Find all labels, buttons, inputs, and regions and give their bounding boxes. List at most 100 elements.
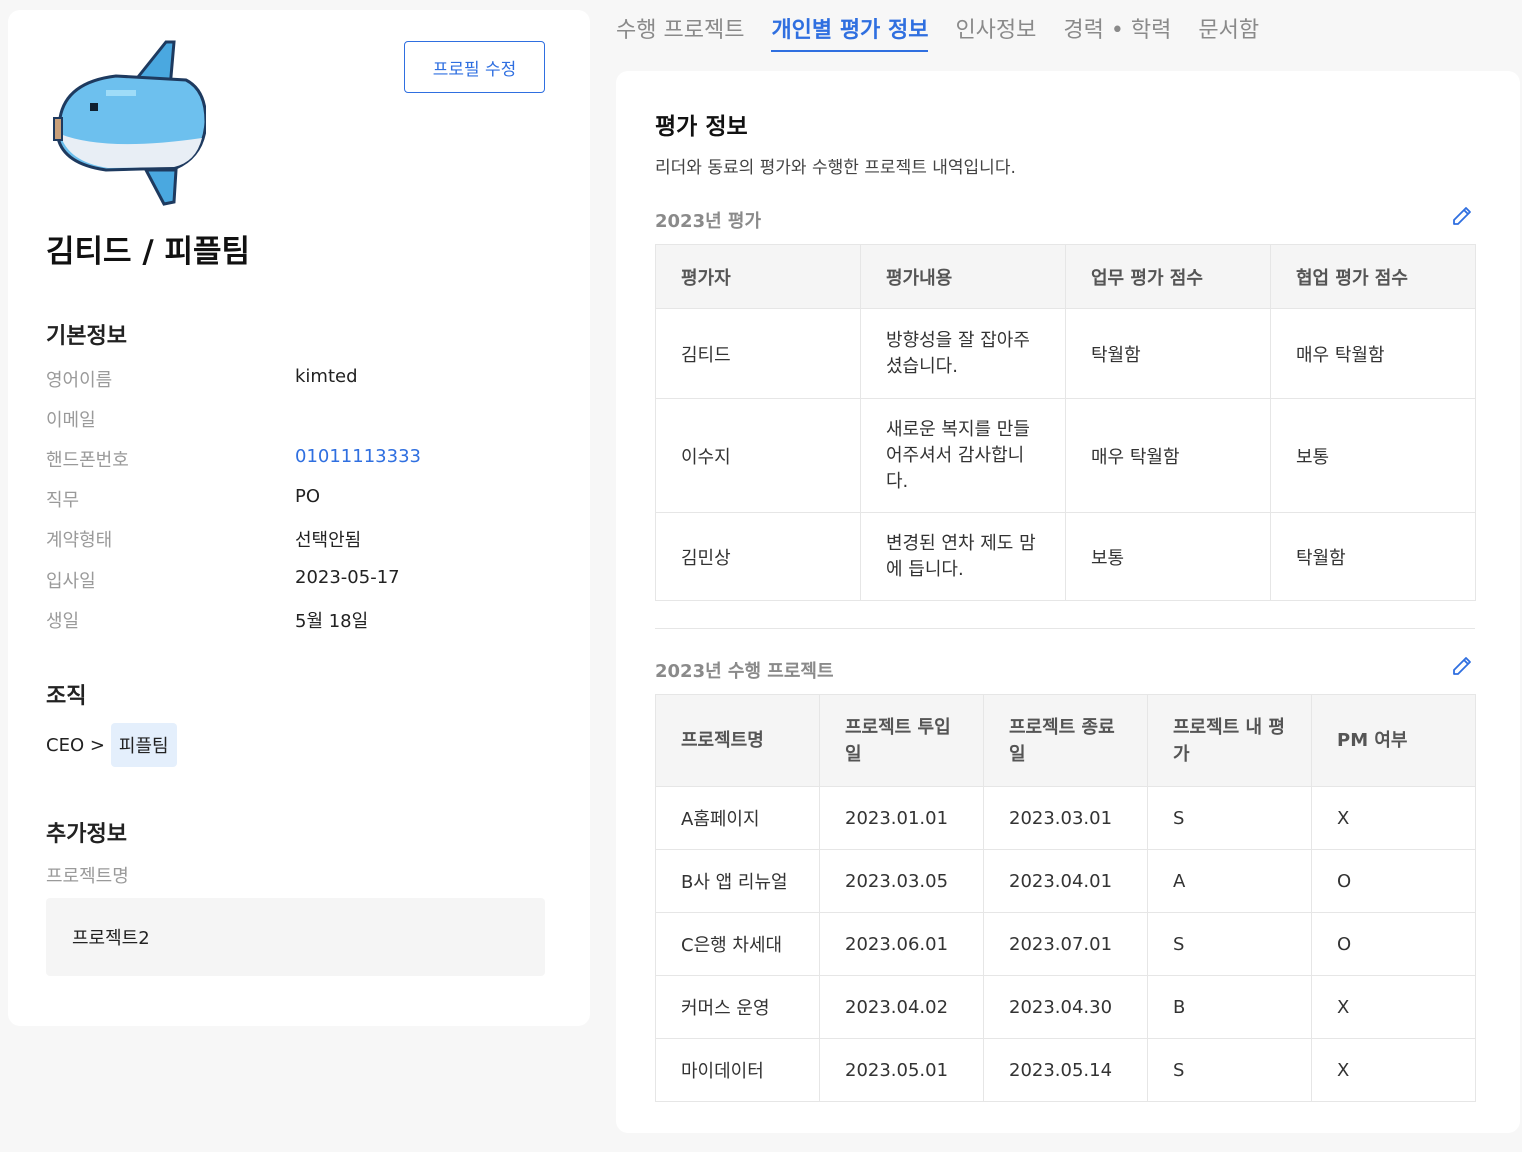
table-cell: 보통 bbox=[1270, 398, 1476, 513]
table-cell: 2023.05.14 bbox=[983, 1038, 1148, 1102]
table-cell: 보통 bbox=[1065, 512, 1271, 601]
table-cell: 변경된 연차 제도 맘에 듭니다. bbox=[860, 512, 1066, 601]
table-cell: 2023.04.01 bbox=[983, 849, 1148, 913]
table-cell: B사 앱 리뉴얼 bbox=[655, 849, 820, 913]
table-header: 평가자 bbox=[655, 244, 861, 309]
table-cell: 방향성을 잘 잡아주셨습니다. bbox=[860, 308, 1066, 399]
table-header-row: 평가자 평가내용 업무 평가 점수 협업 평가 점수 bbox=[655, 244, 1476, 309]
profile-card: 프로필 수정 김티드 / 피플팀 기본정보 영어이름 kimted 이메일 핸드… bbox=[8, 10, 590, 1026]
table-cell: 탁월함 bbox=[1270, 512, 1476, 601]
table-row: A홈페이지 2023.01.01 2023.03.01 S X bbox=[655, 786, 1476, 850]
table-header: 프로젝트 종료일 bbox=[983, 694, 1148, 787]
phone-link[interactable]: 01011113333 bbox=[295, 446, 421, 467]
tab-hr-info[interactable]: 인사정보 bbox=[955, 12, 1036, 52]
org-breadcrumb: CEO > 피플팀 bbox=[46, 723, 177, 767]
info-value: 선택안됨 bbox=[295, 530, 362, 551]
tab-evaluation[interactable]: 개인별 평가 정보 bbox=[771, 12, 929, 52]
edit-profile-button[interactable]: 프로필 수정 bbox=[404, 41, 545, 93]
table-cell: 2023.03.01 bbox=[983, 786, 1148, 850]
extra-info-title: 추가정보 bbox=[46, 822, 127, 847]
project-name-label: 프로젝트명 bbox=[46, 866, 129, 887]
table-cell: 2023.05.01 bbox=[819, 1038, 984, 1102]
eval-section-title: 2023년 평가 bbox=[655, 211, 762, 232]
sunfish-avatar-icon bbox=[53, 40, 206, 206]
evaluation-table: 평가자 평가내용 업무 평가 점수 협업 평가 점수 김티드 방향성을 잘 잡아… bbox=[655, 244, 1476, 601]
table-cell: X bbox=[1311, 975, 1476, 1039]
table-row: 마이데이터 2023.05.01 2023.05.14 S X bbox=[655, 1038, 1476, 1102]
info-value: kimted bbox=[295, 366, 358, 387]
table-cell: 김티드 bbox=[655, 308, 861, 399]
info-label: 계약형태 bbox=[46, 530, 113, 551]
table-header: 협업 평가 점수 bbox=[1270, 244, 1476, 309]
tab-documents[interactable]: 문서함 bbox=[1198, 12, 1259, 52]
tab-career-education[interactable]: 경력 • 학력 bbox=[1063, 12, 1171, 52]
project-name-field: 프로젝트2 bbox=[46, 898, 545, 976]
table-cell: 매우 탁월함 bbox=[1065, 398, 1271, 513]
table-cell: X bbox=[1311, 1038, 1476, 1102]
info-row-english-name: 영어이름 kimted bbox=[46, 366, 546, 396]
info-row-job: 직무 PO bbox=[46, 486, 546, 516]
table-cell: A bbox=[1147, 849, 1312, 913]
evaluation-title: 평가 정보 bbox=[655, 114, 748, 140]
info-label: 영어이름 bbox=[46, 370, 113, 391]
table-cell: 탁월함 bbox=[1065, 308, 1271, 399]
table-row: 이수지 새로운 복지를 만들어주셔서 감사합니다. 매우 탁월함 보통 bbox=[655, 398, 1476, 513]
section-divider bbox=[655, 628, 1475, 629]
table-cell: C은행 차세대 bbox=[655, 912, 820, 976]
table-cell: X bbox=[1311, 786, 1476, 850]
table-cell: S bbox=[1147, 912, 1312, 976]
profile-name: 김티드 / 피플팀 bbox=[46, 234, 251, 270]
table-header: 프로젝트 내 평가 bbox=[1147, 694, 1312, 787]
table-row: 김티드 방향성을 잘 잡아주셨습니다. 탁월함 매우 탁월함 bbox=[655, 308, 1476, 399]
table-row: 김민상 변경된 연차 제도 맘에 듭니다. 보통 탁월함 bbox=[655, 512, 1476, 601]
edit-pencil-icon[interactable] bbox=[1450, 654, 1474, 678]
project-section-title: 2023년 수행 프로젝트 bbox=[655, 661, 834, 682]
org-team-chip[interactable]: 피플팀 bbox=[110, 723, 177, 767]
evaluation-description: 리더와 동료의 평가와 수행한 프로젝트 내역입니다. bbox=[655, 158, 1016, 178]
info-row-phone: 핸드폰번호 01011113333 bbox=[46, 446, 546, 476]
table-header: 업무 평가 점수 bbox=[1065, 244, 1271, 309]
info-row-contract: 계약형태 선택안됨 bbox=[46, 526, 546, 556]
table-cell: 김민상 bbox=[655, 512, 861, 601]
info-label: 이메일 bbox=[46, 410, 96, 431]
table-cell: S bbox=[1147, 1038, 1312, 1102]
table-header-row: 프로젝트명 프로젝트 투입일 프로젝트 종료일 프로젝트 내 평가 PM 여부 bbox=[655, 694, 1476, 787]
table-cell: A홈페이지 bbox=[655, 786, 820, 850]
table-cell: 매우 탁월함 bbox=[1270, 308, 1476, 399]
info-label: 입사일 bbox=[46, 571, 96, 592]
table-header: 평가내용 bbox=[860, 244, 1066, 309]
table-cell: 커머스 운영 bbox=[655, 975, 820, 1039]
table-header: 프로젝트 투입일 bbox=[819, 694, 984, 787]
info-label: 핸드폰번호 bbox=[46, 450, 129, 471]
table-cell: S bbox=[1147, 786, 1312, 850]
table-header: 프로젝트명 bbox=[655, 694, 820, 787]
tab-bar: 수행 프로젝트 개인별 평가 정보 인사정보 경력 • 학력 문서함 bbox=[616, 12, 1286, 52]
info-value: 5월 18일 bbox=[295, 611, 369, 632]
table-cell: 새로운 복지를 만들어주셔서 감사합니다. bbox=[860, 398, 1066, 513]
info-row-join-date: 입사일 2023-05-17 bbox=[46, 567, 546, 597]
tab-projects[interactable]: 수행 프로젝트 bbox=[616, 12, 744, 52]
organization-title: 조직 bbox=[46, 684, 87, 709]
table-cell: 2023.06.01 bbox=[819, 912, 984, 976]
table-cell: 2023.04.30 bbox=[983, 975, 1148, 1039]
info-value: 2023-05-17 bbox=[295, 567, 400, 588]
table-cell: B bbox=[1147, 975, 1312, 1039]
info-value: PO bbox=[295, 486, 321, 507]
evaluation-card: 평가 정보 리더와 동료의 평가와 수행한 프로젝트 내역입니다. 2023년 … bbox=[616, 71, 1520, 1133]
org-ceo: CEO > bbox=[46, 734, 105, 756]
table-cell: 이수지 bbox=[655, 398, 861, 513]
project-table: 프로젝트명 프로젝트 투입일 프로젝트 종료일 프로젝트 내 평가 PM 여부 … bbox=[655, 694, 1476, 1102]
table-cell: 마이데이터 bbox=[655, 1038, 820, 1102]
table-row: 커머스 운영 2023.04.02 2023.04.30 B X bbox=[655, 975, 1476, 1039]
info-row-birthday: 생일 5월 18일 bbox=[46, 607, 546, 637]
info-row-email: 이메일 bbox=[46, 406, 546, 436]
info-label: 생일 bbox=[46, 611, 80, 632]
info-label: 직무 bbox=[46, 490, 80, 511]
table-header: PM 여부 bbox=[1311, 694, 1476, 787]
edit-pencil-icon[interactable] bbox=[1450, 204, 1474, 228]
table-row: C은행 차세대 2023.06.01 2023.07.01 S O bbox=[655, 912, 1476, 976]
basic-info-title: 기본정보 bbox=[46, 324, 127, 349]
table-cell: 2023.03.05 bbox=[819, 849, 984, 913]
table-row: B사 앱 리뉴얼 2023.03.05 2023.04.01 A O bbox=[655, 849, 1476, 913]
table-cell: 2023.04.02 bbox=[819, 975, 984, 1039]
